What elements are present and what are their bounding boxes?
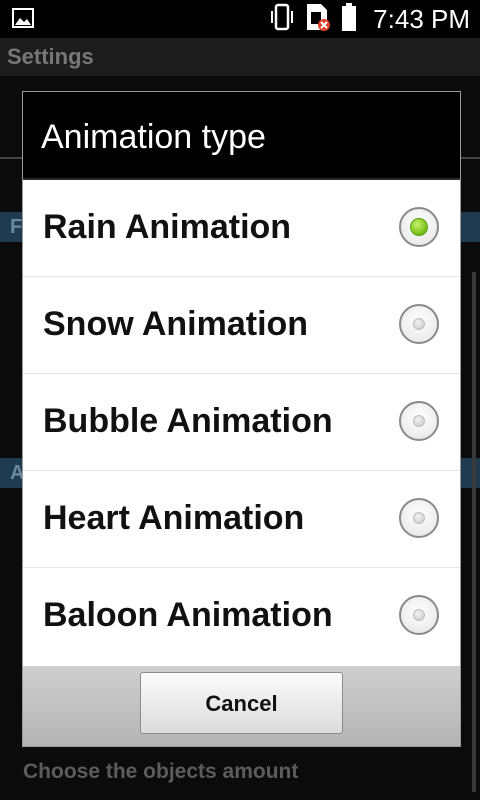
radio-button[interactable] xyxy=(399,304,439,344)
vibrate-icon xyxy=(269,3,295,36)
animation-type-dialog: Animation type Rain Animation Snow Anima… xyxy=(22,91,461,747)
option-heart-animation[interactable]: Heart Animation xyxy=(23,471,460,568)
dialog-footer: Cancel xyxy=(23,666,460,746)
cancel-button[interactable]: Cancel xyxy=(140,672,343,734)
option-baloon-animation[interactable]: Baloon Animation xyxy=(23,568,460,665)
option-label: Baloon Animation xyxy=(43,596,333,634)
radio-dot xyxy=(413,609,425,621)
option-label: Rain Animation xyxy=(43,208,292,246)
scrollbar xyxy=(472,272,476,792)
radio-dot xyxy=(413,415,425,427)
dialog-title: Animation type xyxy=(41,118,266,156)
option-snow-animation[interactable]: Snow Animation xyxy=(23,277,460,374)
option-bubble-animation[interactable]: Bubble Animation xyxy=(23,374,460,471)
radio-button-selected[interactable] xyxy=(399,207,439,247)
no-sim-icon xyxy=(305,2,331,37)
status-time: 7:43 PM xyxy=(373,3,470,34)
option-label: Heart Animation xyxy=(43,499,305,537)
radio-dot xyxy=(413,318,425,330)
option-list: Rain Animation Snow Animation Bubble Ani… xyxy=(23,180,460,666)
battery-icon xyxy=(341,2,357,36)
radio-dot xyxy=(410,218,428,236)
status-bar: 7:43 PM xyxy=(0,0,480,38)
setting-subtitle: Choose the objects amount xyxy=(23,760,299,783)
option-label: Snow Animation xyxy=(43,305,309,343)
radio-button[interactable] xyxy=(399,498,439,538)
radio-dot xyxy=(413,512,425,524)
status-icons: 7:43 PM xyxy=(269,2,470,37)
image-icon xyxy=(12,8,34,28)
screen-title: Settings xyxy=(0,38,480,76)
radio-button[interactable] xyxy=(399,401,439,441)
option-label: Bubble Animation xyxy=(43,402,333,440)
dialog-header: Animation type xyxy=(23,92,460,180)
option-rain-animation[interactable]: Rain Animation xyxy=(23,180,460,277)
radio-button[interactable] xyxy=(399,595,439,635)
